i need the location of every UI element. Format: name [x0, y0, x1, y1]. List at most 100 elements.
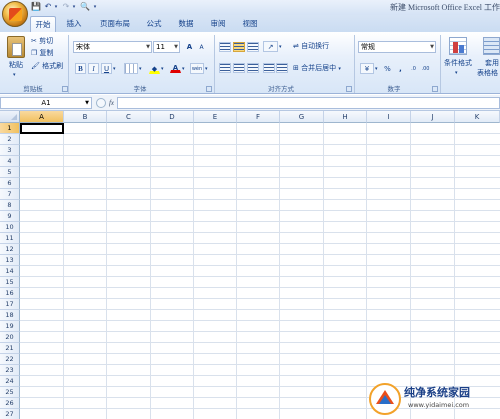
tab-insert[interactable]: 插入	[62, 16, 86, 32]
fill-dropdown-icon[interactable]: ▾	[161, 64, 164, 74]
row-header-20[interactable]: 20	[0, 332, 20, 343]
tab-formulas[interactable]: 公式	[142, 16, 166, 32]
row-header-7[interactable]: 7	[0, 189, 20, 200]
row-header-8[interactable]: 8	[0, 200, 20, 211]
row-header-11[interactable]: 11	[0, 233, 20, 244]
row-header-26[interactable]: 26	[0, 398, 20, 409]
row-header-27[interactable]: 27	[0, 409, 20, 419]
row-header-24[interactable]: 24	[0, 376, 20, 387]
grow-font-button[interactable]: A	[184, 41, 195, 52]
conditional-format-icon[interactable]	[449, 37, 467, 55]
borders-dropdown-icon[interactable]: ▾	[139, 64, 142, 74]
qat-customize-icon[interactable]: ▾	[92, 2, 98, 12]
column-header-k[interactable]: K	[455, 111, 500, 123]
column-header-j[interactable]: J	[411, 111, 455, 123]
row-header-15[interactable]: 15	[0, 277, 20, 288]
decrease-indent-icon[interactable]	[263, 63, 275, 73]
orientation-dropdown-icon[interactable]: ▾	[279, 42, 282, 52]
column-header-h[interactable]: H	[324, 111, 367, 123]
column-header-f[interactable]: F	[237, 111, 280, 123]
name-box-splitter-icon[interactable]	[96, 98, 106, 108]
paste-button[interactable]: 粘贴	[9, 60, 23, 70]
column-header-i[interactable]: I	[367, 111, 411, 123]
font-color-dropdown-icon[interactable]: ▾	[182, 64, 185, 74]
name-box[interactable]: A1 ▼	[0, 97, 92, 109]
column-header-d[interactable]: D	[151, 111, 194, 123]
row-header-21[interactable]: 21	[0, 343, 20, 354]
number-launcher-icon[interactable]	[432, 86, 438, 92]
decrease-decimal-icon[interactable]: .00	[420, 63, 431, 74]
row-header-14[interactable]: 14	[0, 266, 20, 277]
paste-icon[interactable]	[7, 36, 25, 58]
row-header-13[interactable]: 13	[0, 255, 20, 266]
office-button[interactable]	[2, 1, 28, 27]
align-center-icon[interactable]	[233, 63, 245, 73]
align-left-icon[interactable]	[219, 63, 231, 73]
print-preview-icon[interactable]: 🔍	[80, 2, 90, 12]
row-header-6[interactable]: 6	[0, 178, 20, 189]
shrink-font-button[interactable]: A	[196, 42, 207, 53]
paste-dropdown-icon[interactable]: ▾	[13, 70, 16, 80]
phonetic-dropdown-icon[interactable]: ▾	[205, 64, 208, 74]
column-header-g[interactable]: G	[280, 111, 324, 123]
conditional-format-dropdown-icon[interactable]: ▾	[455, 68, 458, 78]
cut-button[interactable]: ✂ 剪切	[31, 36, 53, 46]
increase-indent-icon[interactable]	[276, 63, 288, 73]
redo-dropdown-icon[interactable]: ▾	[71, 2, 77, 12]
merge-center-button[interactable]: ⊞ 合并后居中 ▾	[293, 63, 341, 74]
column-header-b[interactable]: B	[64, 111, 107, 123]
font-size-select[interactable]: 11 ▼	[153, 41, 180, 53]
font-name-select[interactable]: 宋体 ▼	[73, 41, 152, 53]
tab-home[interactable]: 开始	[30, 16, 56, 32]
redo-icon[interactable]: ↷	[61, 2, 71, 12]
table-format-button-line2[interactable]: 表格格	[477, 68, 498, 78]
table-format-button[interactable]: 套用	[485, 58, 499, 68]
increase-decimal-icon[interactable]: .0	[408, 63, 419, 74]
bold-button[interactable]: B	[75, 63, 86, 74]
currency-icon[interactable]: ¥	[360, 63, 374, 74]
row-header-16[interactable]: 16	[0, 288, 20, 299]
number-format-select[interactable]: 常规 ▼	[358, 41, 436, 53]
tab-data[interactable]: 数据	[174, 16, 198, 32]
alignment-launcher-icon[interactable]	[346, 86, 352, 92]
row-header-4[interactable]: 4	[0, 156, 20, 167]
row-header-18[interactable]: 18	[0, 310, 20, 321]
wrap-text-button[interactable]: ⇌ 自动换行	[293, 41, 329, 51]
insert-function-icon[interactable]: fx	[106, 97, 117, 109]
orientation-icon[interactable]: ↗	[263, 41, 278, 52]
underline-dropdown-icon[interactable]: ▾	[113, 64, 116, 74]
font-color-button[interactable]: A	[170, 62, 181, 73]
comma-button[interactable]: ,	[395, 63, 406, 74]
select-all-corner[interactable]	[0, 111, 20, 123]
row-header-9[interactable]: 9	[0, 211, 20, 222]
table-format-icon[interactable]	[483, 37, 500, 55]
align-bottom-icon[interactable]	[247, 42, 259, 52]
format-painter-button[interactable]: 🖌 格式刷	[31, 61, 63, 71]
tab-page-layout[interactable]: 页面布局	[95, 16, 135, 32]
row-header-22[interactable]: 22	[0, 354, 20, 365]
row-header-2[interactable]: 2	[0, 134, 20, 145]
formula-input[interactable]	[117, 97, 500, 109]
currency-dropdown-icon[interactable]: ▾	[375, 64, 378, 74]
undo-icon[interactable]: ↶	[43, 2, 53, 12]
borders-icon[interactable]	[124, 63, 138, 74]
percent-button[interactable]: %	[382, 63, 393, 74]
selected-cell-a1[interactable]	[20, 123, 64, 134]
row-header-5[interactable]: 5	[0, 167, 20, 178]
row-header-17[interactable]: 17	[0, 299, 20, 310]
tab-view[interactable]: 视图	[238, 16, 262, 32]
align-top-icon[interactable]	[219, 42, 231, 52]
save-icon[interactable]: 💾	[31, 2, 41, 12]
align-middle-icon[interactable]	[233, 42, 245, 52]
column-header-c[interactable]: C	[107, 111, 151, 123]
column-header-e[interactable]: E	[194, 111, 237, 123]
italic-button[interactable]: I	[88, 63, 99, 74]
tab-review[interactable]: 审阅	[206, 16, 230, 32]
undo-dropdown-icon[interactable]: ▾	[53, 2, 59, 12]
row-header-25[interactable]: 25	[0, 387, 20, 398]
phonetic-button[interactable]: wén	[190, 63, 204, 74]
column-header-a[interactable]: A	[20, 111, 64, 123]
row-header-3[interactable]: 3	[0, 145, 20, 156]
font-launcher-icon[interactable]	[206, 86, 212, 92]
align-right-icon[interactable]	[247, 63, 259, 73]
